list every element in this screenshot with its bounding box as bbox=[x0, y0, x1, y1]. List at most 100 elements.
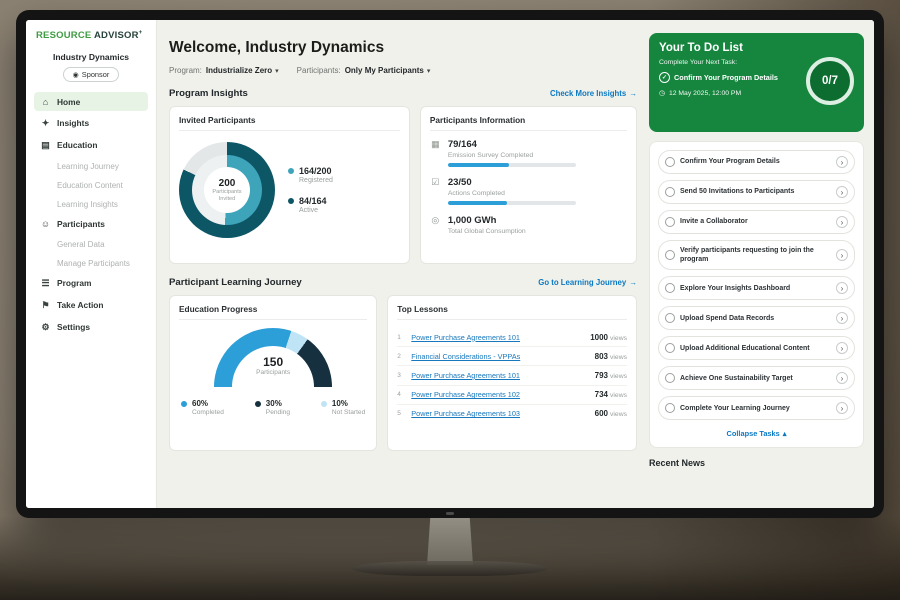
chevron-right-icon[interactable]: › bbox=[836, 372, 848, 384]
stat-value: 79/164 bbox=[448, 139, 576, 150]
task-row[interactable]: Achieve One Sustainability Target › bbox=[658, 366, 855, 390]
task-label: Explore Your Insights Dashboard bbox=[680, 284, 831, 293]
task-row[interactable]: Complete Your Learning Journey › bbox=[658, 396, 855, 420]
participants-filter[interactable]: Participants: Only My Participants ▾ bbox=[297, 66, 431, 75]
legend-label: Active bbox=[299, 207, 327, 214]
participants-filter-label: Participants: bbox=[297, 66, 341, 75]
task-label: Upload Additional Educational Content bbox=[680, 344, 831, 353]
todo-progress-ring: 0/7 bbox=[806, 57, 854, 105]
check-icon: ✓ bbox=[659, 72, 670, 83]
chevron-down-icon: ▾ bbox=[275, 67, 279, 75]
collapse-tasks-button[interactable]: Collapse Tasks ▴ bbox=[658, 426, 855, 439]
task-checkbox[interactable] bbox=[665, 343, 675, 353]
lesson-link[interactable]: Power Purchase Agreements 101 bbox=[411, 333, 584, 342]
gauge-center: 150 Participants bbox=[214, 355, 332, 376]
sidebar-item-manage-participants[interactable]: Manage Participants bbox=[34, 254, 148, 272]
gauge-center-value: 150 bbox=[214, 355, 332, 369]
chevron-right-icon[interactable]: › bbox=[836, 402, 848, 414]
todo-title: Your To Do List bbox=[659, 42, 854, 54]
task-checkbox[interactable] bbox=[665, 250, 675, 260]
legend-value: 10% bbox=[332, 399, 365, 408]
logo-plus: + bbox=[139, 30, 143, 36]
sidebar-item-learning-insights[interactable]: Learning Insights bbox=[34, 195, 148, 213]
home-icon: ⌂ bbox=[40, 97, 51, 107]
monitor-stand-neck bbox=[427, 518, 473, 565]
program-filter[interactable]: Program: Industrialize Zero ▾ bbox=[169, 66, 279, 75]
sidebar-item-label: Insights bbox=[57, 118, 89, 128]
task-checkbox[interactable] bbox=[665, 157, 675, 167]
sidebar-item-home[interactable]: ⌂ Home bbox=[34, 92, 148, 111]
arrow-right-icon: → bbox=[629, 89, 637, 98]
sidebar-item-general-data[interactable]: General Data bbox=[34, 235, 148, 253]
todo-summary-card: Your To Do List Complete Your Next Task:… bbox=[649, 33, 864, 132]
lesson-row: 4 Power Purchase Agreements 102 734views bbox=[397, 386, 627, 405]
lesson-link[interactable]: Financial Considerations - VPPAs bbox=[411, 352, 588, 361]
insights-icon: ✦ bbox=[40, 118, 51, 129]
task-checkbox[interactable] bbox=[665, 217, 675, 227]
task-checkbox[interactable] bbox=[665, 313, 675, 323]
lesson-views: 734views bbox=[595, 390, 627, 399]
app-logo: RESOURCE ADVISOR+ bbox=[34, 30, 148, 41]
chevron-right-icon[interactable]: › bbox=[836, 216, 848, 228]
education-legend: 60% Completed 30% Pending bbox=[179, 399, 367, 416]
lesson-link[interactable]: Power Purchase Agreements 101 bbox=[411, 371, 588, 380]
task-label: Verify participants requesting to join t… bbox=[680, 246, 831, 264]
task-checkbox[interactable] bbox=[665, 187, 675, 197]
chevron-right-icon[interactable]: › bbox=[836, 249, 848, 261]
lesson-row: 1 Power Purchase Agreements 101 1000view… bbox=[397, 328, 627, 347]
check-more-insights-link[interactable]: Check More Insights → bbox=[550, 89, 637, 98]
chevron-right-icon[interactable]: › bbox=[836, 282, 848, 294]
donut-center: 200 Participants Invited bbox=[204, 167, 250, 213]
stat-emission-survey: ▦ 79/164 Emission Survey Completed bbox=[430, 139, 627, 167]
insights-cards-row: Invited Participants 200 Participants In… bbox=[169, 106, 637, 264]
chevron-right-icon[interactable]: › bbox=[836, 186, 848, 198]
stat-label: Actions Completed bbox=[448, 190, 576, 197]
sidebar-item-education-content[interactable]: Education Content bbox=[34, 176, 148, 194]
sidebar-item-insights[interactable]: ✦ Insights bbox=[34, 113, 148, 133]
gauge-center-label: Participants bbox=[214, 369, 332, 376]
task-checkbox[interactable] bbox=[665, 373, 675, 383]
sponsor-badge[interactable]: ◉ Sponsor bbox=[63, 67, 120, 82]
logo-resource: RESOURCE bbox=[36, 30, 91, 41]
sidebar-item-learning-journey[interactable]: Learning Journey bbox=[34, 157, 148, 175]
legend-item-not-started: 10% Not Started bbox=[321, 399, 365, 416]
logo-advisor: ADVISOR bbox=[94, 30, 139, 41]
legend-value: 164/200 bbox=[299, 166, 333, 176]
lesson-row: 2 Financial Considerations - VPPAs 803vi… bbox=[397, 347, 627, 366]
legend-dot bbox=[255, 401, 261, 407]
card-title: Participants Information bbox=[430, 115, 627, 131]
task-row[interactable]: Send 50 Invitations to Participants › bbox=[658, 180, 855, 204]
chevron-down-icon: ▾ bbox=[427, 67, 431, 75]
org-name: Industry Dynamics bbox=[34, 52, 148, 62]
task-row[interactable]: Upload Additional Educational Content › bbox=[658, 336, 855, 360]
sidebar-item-settings[interactable]: ⚙ Settings bbox=[34, 317, 148, 337]
next-task[interactable]: ✓ Confirm Your Program Details bbox=[659, 72, 795, 83]
go-to-learning-journey-link[interactable]: Go to Learning Journey → bbox=[538, 278, 637, 287]
sidebar-item-participants[interactable]: ☺ Participants bbox=[34, 214, 148, 233]
link-label: Check More Insights bbox=[550, 89, 626, 98]
lesson-link[interactable]: Power Purchase Agreements 103 bbox=[411, 409, 588, 418]
task-row[interactable]: Explore Your Insights Dashboard › bbox=[658, 276, 855, 300]
legend-value: 30% bbox=[266, 399, 290, 408]
chevron-right-icon[interactable]: › bbox=[836, 342, 848, 354]
sidebar-item-education[interactable]: ▤ Education bbox=[34, 135, 148, 155]
main-content: Welcome, Industry Dynamics Program: Indu… bbox=[157, 20, 874, 508]
task-row[interactable]: Verify participants requesting to join t… bbox=[658, 240, 855, 270]
due-date: 12 May 2025, 12:00 PM bbox=[669, 90, 741, 97]
invited-legend: 164/200 Registered 84/164 Active bbox=[288, 166, 333, 214]
take-action-icon: ⚑ bbox=[40, 300, 51, 311]
chevron-right-icon[interactable]: › bbox=[836, 312, 848, 324]
lesson-link[interactable]: Power Purchase Agreements 102 bbox=[411, 390, 588, 399]
legend-value: 84/164 bbox=[299, 196, 327, 206]
task-checkbox[interactable] bbox=[665, 403, 675, 413]
sidebar-item-take-action[interactable]: ⚑ Take Action bbox=[34, 295, 148, 315]
sidebar-item-program[interactable]: ☰ Program bbox=[34, 273, 148, 293]
participants-information-card: Participants Information ▦ 79/164 Emissi… bbox=[420, 106, 637, 264]
task-row[interactable]: Invite a Collaborator › bbox=[658, 210, 855, 234]
chevron-right-icon[interactable]: › bbox=[836, 156, 848, 168]
task-row[interactable]: Upload Spend Data Records › bbox=[658, 306, 855, 330]
recent-news-title: Recent News bbox=[649, 458, 864, 468]
task-row[interactable]: Confirm Your Program Details › bbox=[658, 150, 855, 174]
legend-item-completed: 60% Completed bbox=[181, 399, 224, 416]
task-checkbox[interactable] bbox=[665, 283, 675, 293]
